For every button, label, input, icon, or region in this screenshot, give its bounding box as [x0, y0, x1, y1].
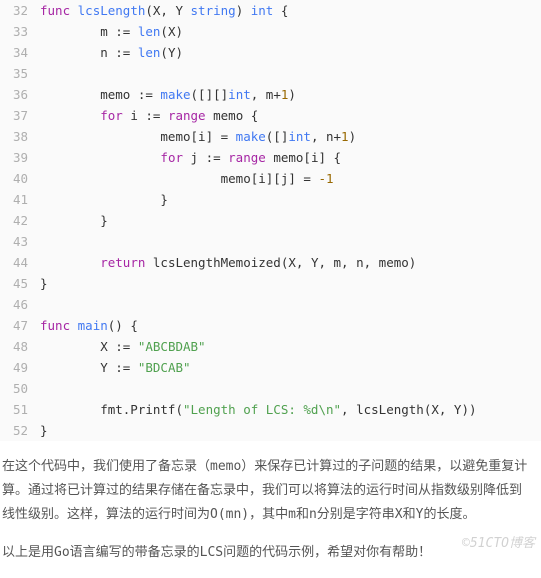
code-line: 50 — [0, 378, 541, 399]
code-content: n := len(Y) — [40, 42, 541, 63]
code-line: 36 memo := make([][]int, m+1) — [0, 84, 541, 105]
code-content: Y := "BDCAB" — [40, 357, 541, 378]
line-number: 44 — [0, 252, 40, 273]
code-line: 39 for j := range memo[i] { — [0, 147, 541, 168]
line-number: 52 — [0, 420, 40, 441]
code-line: 35 — [0, 63, 541, 84]
code-line: 43 — [0, 231, 541, 252]
explanation-paragraph-2: 以上是用Go语言编写的带备忘录的LCS问题的代码示例，希望对你有帮助！ — [0, 527, 541, 565]
line-number: 38 — [0, 126, 40, 147]
code-content: } — [40, 210, 541, 231]
line-number: 34 — [0, 42, 40, 63]
code-line: 32func lcsLength(X, Y string) int { — [0, 0, 541, 21]
code-line: 37 for i := range memo { — [0, 105, 541, 126]
code-content: m := len(X) — [40, 21, 541, 42]
line-number: 37 — [0, 105, 40, 126]
line-number: 42 — [0, 210, 40, 231]
code-line: 40 memo[i][j] = -1 — [0, 168, 541, 189]
code-line: 46 — [0, 294, 541, 315]
code-content — [40, 63, 541, 84]
line-number: 40 — [0, 168, 40, 189]
code-content: return lcsLengthMemoized(X, Y, m, n, mem… — [40, 252, 541, 273]
line-number: 46 — [0, 294, 40, 315]
code-content: for j := range memo[i] { — [40, 147, 541, 168]
line-number: 41 — [0, 189, 40, 210]
line-number: 49 — [0, 357, 40, 378]
code-content: memo := make([][]int, m+1) — [40, 84, 541, 105]
line-number: 39 — [0, 147, 40, 168]
code-content: } — [40, 420, 541, 441]
line-number: 35 — [0, 63, 40, 84]
line-number: 47 — [0, 315, 40, 336]
code-content: memo[i] = make([]int, n+1) — [40, 126, 541, 147]
code-content — [40, 294, 541, 315]
code-line: 41 } — [0, 189, 541, 210]
line-number: 43 — [0, 231, 40, 252]
code-scroll[interactable]: 32func lcsLength(X, Y string) int {33 m … — [0, 0, 541, 441]
code-line: 34 n := len(Y) — [0, 42, 541, 63]
code-line: 49 Y := "BDCAB" — [0, 357, 541, 378]
code-block: 32func lcsLength(X, Y string) int {33 m … — [0, 0, 541, 441]
code-line: 33 m := len(X) — [0, 21, 541, 42]
code-line: 47func main() { — [0, 315, 541, 336]
code-content: func lcsLength(X, Y string) int { — [40, 0, 541, 21]
code-content: X := "ABCBDAB" — [40, 336, 541, 357]
code-line: 38 memo[i] = make([]int, n+1) — [0, 126, 541, 147]
line-number: 33 — [0, 21, 40, 42]
line-number: 32 — [0, 0, 40, 21]
code-line: 48 X := "ABCBDAB" — [0, 336, 541, 357]
code-line: 44 return lcsLengthMemoized(X, Y, m, n, … — [0, 252, 541, 273]
code-line: 45} — [0, 273, 541, 294]
explanation-paragraph-1: 在这个代码中，我们使用了备忘录（memo）来保存已计算过的子问题的结果，以避免重… — [0, 441, 541, 527]
line-number: 50 — [0, 378, 40, 399]
code-content: fmt.Printf("Length of LCS: %d\n", lcsLen… — [40, 399, 541, 420]
line-number: 36 — [0, 84, 40, 105]
code-content: memo[i][j] = -1 — [40, 168, 541, 189]
code-line: 52} — [0, 420, 541, 441]
line-number: 48 — [0, 336, 40, 357]
code-content — [40, 378, 541, 399]
line-number: 45 — [0, 273, 40, 294]
code-line: 51 fmt.Printf("Length of LCS: %d\n", lcs… — [0, 399, 541, 420]
code-content — [40, 231, 541, 252]
code-content: for i := range memo { — [40, 105, 541, 126]
line-number: 51 — [0, 399, 40, 420]
code-content: } — [40, 189, 541, 210]
code-content: func main() { — [40, 315, 541, 336]
code-content: } — [40, 273, 541, 294]
code-line: 42 } — [0, 210, 541, 231]
